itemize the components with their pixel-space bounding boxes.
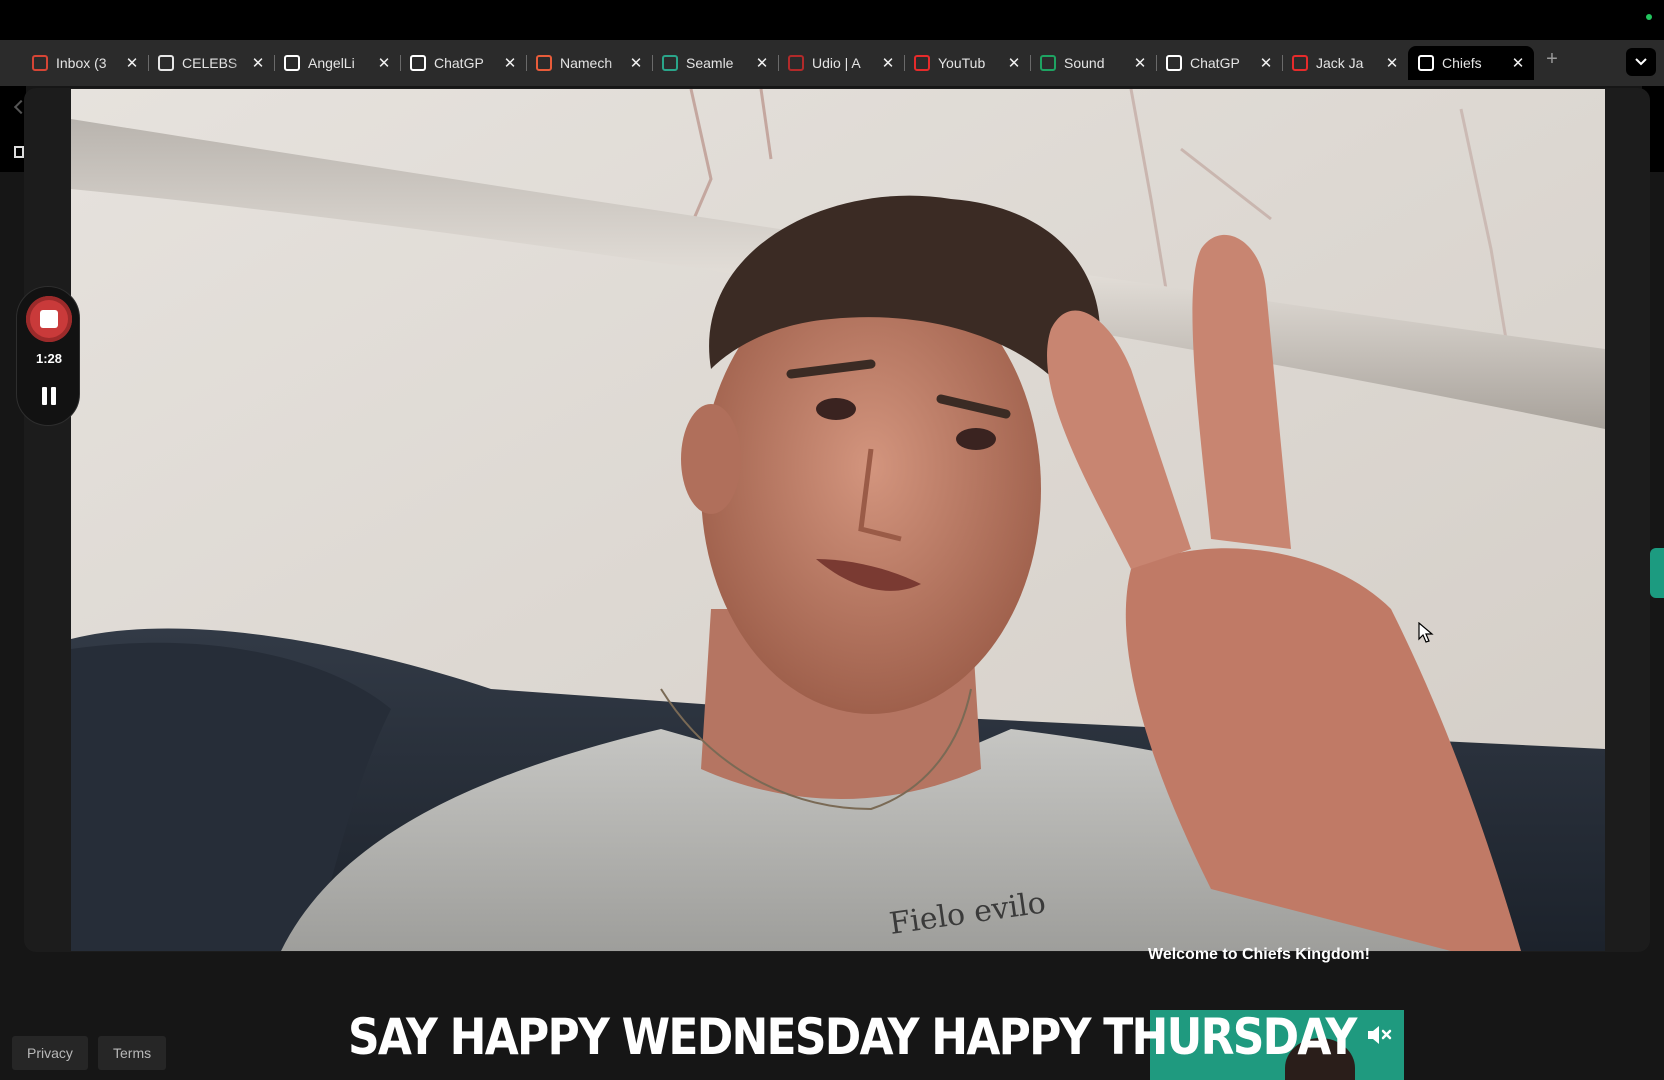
close-icon[interactable]: ✕ [376, 54, 392, 72]
tab-3[interactable]: ChatGP ✕ [400, 46, 526, 80]
stop-recording-button[interactable] [26, 296, 72, 342]
new-tab-button[interactable]: + [1542, 49, 1562, 69]
pause-recording-button[interactable] [41, 387, 57, 405]
browser-tab-strip: Inbox (3 ✕ CELEBS ✕ AngelLi ✕ ChatGP ✕ Namech ✕ Se… [0, 40, 1664, 86]
recording-timer: 1:28 [35, 351, 63, 366]
close-icon[interactable]: ✕ [250, 54, 266, 72]
mute-icon[interactable] [1366, 1024, 1392, 1046]
youtube-icon [914, 55, 930, 71]
tab-title: Jack Ja [1316, 55, 1364, 71]
document-icon [1418, 55, 1434, 71]
tab-title: Chiefs [1442, 55, 1482, 71]
tab-title: YouTub [938, 55, 986, 71]
video-caption: SAY HAPPY WEDNESDAY HAPPY THURSDAY [348, 1008, 1357, 1066]
tab-search-button[interactable] [1626, 48, 1656, 76]
welcome-text: Welcome to Chiefs Kingdom! [1148, 946, 1370, 963]
chevron-down-icon [1635, 58, 1647, 66]
page-icon [14, 146, 24, 158]
tab-title: Udio | A [812, 55, 861, 71]
privacy-link[interactable]: Privacy [12, 1036, 88, 1070]
terms-link[interactable]: Terms [98, 1036, 167, 1070]
page-background-left [0, 86, 29, 172]
tab-10[interactable]: Jack Ja ✕ [1282, 46, 1408, 80]
webcam-frame: Fielo evilo [71, 89, 1605, 951]
namecheap-icon [536, 55, 552, 71]
tab-title: Namech [560, 55, 613, 71]
tab-5[interactable]: Seamle ✕ [652, 46, 778, 80]
sheets-icon [1040, 55, 1056, 71]
tab-title: Sound [1064, 55, 1105, 71]
tab-6[interactable]: Udio | A ✕ [778, 46, 904, 80]
youtube-icon [1292, 55, 1308, 71]
tab-2[interactable]: AngelLi ✕ [274, 46, 400, 80]
stop-icon [40, 310, 58, 328]
close-icon[interactable]: ✕ [1132, 54, 1148, 72]
tab-title: ChatGP [1190, 55, 1240, 71]
tab-title: Seamle [686, 55, 734, 71]
close-icon[interactable]: ✕ [628, 54, 644, 72]
celebs-icon [158, 55, 174, 71]
close-icon[interactable]: ✕ [880, 54, 896, 72]
angellist-icon [284, 55, 300, 71]
close-icon[interactable]: ✕ [754, 54, 770, 72]
tab-title: Inbox (3 [56, 55, 107, 71]
mouse-cursor-icon [1418, 622, 1434, 643]
tab-11[interactable]: Chiefs ✕ [1408, 46, 1534, 80]
pause-icon [42, 387, 47, 405]
tab-8[interactable]: Sound ✕ [1030, 46, 1156, 80]
chatgpt-icon [410, 55, 426, 71]
udio-icon [788, 55, 804, 71]
recording-controls: 1:28 [16, 286, 80, 426]
tab-0[interactable]: Inbox (3 ✕ [22, 46, 148, 80]
tab-list: Inbox (3 ✕ CELEBS ✕ AngelLi ✕ ChatGP ✕ Namech ✕ Se… [22, 46, 1534, 80]
gmail-icon [32, 55, 48, 71]
tab-title: AngelLi [308, 55, 355, 71]
tab-title: ChatGP [434, 55, 484, 71]
close-icon[interactable]: ✕ [502, 54, 518, 72]
close-icon[interactable]: ✕ [124, 54, 140, 72]
chatgpt-icon [1166, 55, 1182, 71]
tab-title: CELEBS [182, 55, 238, 71]
side-feedback-tab[interactable] [1650, 548, 1664, 598]
tab-1[interactable]: CELEBS ✕ [148, 46, 274, 80]
tab-9[interactable]: ChatGP ✕ [1156, 46, 1282, 80]
close-icon[interactable]: ✕ [1510, 54, 1526, 72]
close-icon[interactable]: ✕ [1384, 54, 1400, 72]
close-icon[interactable]: ✕ [1258, 54, 1274, 72]
close-icon[interactable]: ✕ [1006, 54, 1022, 72]
system-top-bar [0, 0, 1664, 40]
webcam-video: Fielo evilo [71, 89, 1605, 951]
status-dot [1646, 14, 1652, 20]
seamless-icon [662, 55, 678, 71]
tab-7[interactable]: YouTub ✕ [904, 46, 1030, 80]
tab-4[interactable]: Namech ✕ [526, 46, 652, 80]
